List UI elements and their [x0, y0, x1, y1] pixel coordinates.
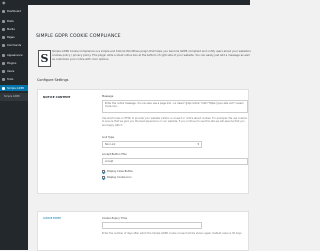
- wrench-icon: [2, 77, 5, 81]
- sidebar-item-label: Tools: [7, 77, 14, 81]
- sidebar-item-simple-gdpr[interactable]: Simple GDPR: [0, 85, 28, 91]
- accept-button-input[interactable]: Accept: [102, 158, 248, 165]
- brush-icon: [2, 53, 5, 57]
- expiry-input[interactable]: [102, 222, 202, 229]
- sidebar-item-label: Appearance: [7, 53, 23, 57]
- sidebar-item-dashboard[interactable]: Dashboard: [0, 8, 28, 14]
- section-title: Configure Settings: [37, 78, 69, 82]
- media-icon: [2, 27, 5, 31]
- sidebar-item-label: Comments: [7, 43, 22, 47]
- sidebar-item-posts[interactable]: Posts: [0, 18, 28, 24]
- page-icon: [2, 35, 5, 39]
- plugin-icon: [2, 61, 5, 65]
- display-cookie-icon-label: Display Cookie Icon: [107, 176, 132, 179]
- card-label: COOKIE EXPIRY: [43, 217, 62, 220]
- accept-button-label: Accept Button Title: [102, 153, 127, 156]
- sidebar-item-appearance[interactable]: Appearance: [0, 52, 28, 58]
- display-cookie-icon-checkbox[interactable]: [102, 176, 105, 179]
- display-close-button-checkbox[interactable]: [102, 170, 105, 173]
- comment-icon: [2, 43, 5, 47]
- link-type-value: Non Link: [105, 143, 116, 146]
- link-type-label: Link Type: [102, 136, 115, 139]
- plugin-logo: S: [38, 50, 51, 67]
- notice-content-card: NOTICE CONTENT Message Enter the notice …: [37, 89, 249, 194]
- admin-sidebar: Dashboard Posts Media Pages Comments App…: [0, 5, 28, 250]
- cookie-expiry-card: COOKIE EXPIRY Cookie Expiry Time Enter t…: [37, 211, 249, 251]
- sidebar-item-label: Pages: [7, 35, 15, 39]
- expiry-label: Cookie Expiry Time: [102, 217, 127, 220]
- message-help-text: Use shortcodes or HTML to provide your w…: [102, 117, 247, 127]
- dashboard-icon: [2, 9, 5, 13]
- users-icon: [2, 69, 5, 73]
- expiry-help-text: Enter the number of days after which the…: [102, 232, 243, 235]
- sidebar-item-label: Media: [7, 27, 15, 31]
- display-close-button-label: Display Close Button: [107, 170, 133, 173]
- sidebar-item-label: Simple GDPR: [7, 86, 25, 90]
- sidebar-item-label: Plugins: [7, 61, 17, 65]
- link-type-select[interactable]: Non Link ▾: [102, 141, 202, 148]
- chevron-down-icon: ▾: [197, 142, 199, 146]
- sidebar-item-pages[interactable]: Pages: [0, 34, 28, 40]
- display-cookie-icon-option[interactable]: Display Cookie Icon: [102, 176, 132, 179]
- display-close-button-option[interactable]: Display Close Button: [102, 170, 133, 173]
- sidebar-item-media[interactable]: Media: [0, 26, 28, 32]
- sidebar-item-plugins[interactable]: Plugins: [0, 60, 28, 66]
- message-textarea[interactable]: Enter the notice message. You can also u…: [102, 100, 248, 113]
- page-title: SIMPLE GDPR COOKIE COMPLIANCE: [36, 34, 121, 39]
- message-label: Message: [102, 95, 114, 98]
- sidebar-item-tools[interactable]: Tools: [0, 76, 28, 82]
- sidebar-item-label: Dashboard: [7, 9, 22, 13]
- sidebar-item-users[interactable]: Users: [0, 68, 28, 74]
- sidebar-submenu: Simple GDPR: [0, 93, 28, 101]
- plugin-description: Simple GDPR Cookie Compliance is a simpl…: [52, 50, 251, 61]
- sidebar-item-label: Posts: [7, 19, 14, 23]
- shield-icon: [2, 86, 5, 90]
- sidebar-item-comments[interactable]: Comments: [0, 42, 28, 48]
- submenu-item-simple-gdpr[interactable]: Simple GDPR: [4, 95, 20, 98]
- sidebar-item-label: Users: [7, 69, 15, 73]
- card-label: NOTICE CONTENT: [43, 95, 71, 99]
- pin-icon: [2, 19, 5, 23]
- main-content: SIMPLE GDPR COOKIE COMPLIANCE S Simple G…: [28, 5, 251, 251]
